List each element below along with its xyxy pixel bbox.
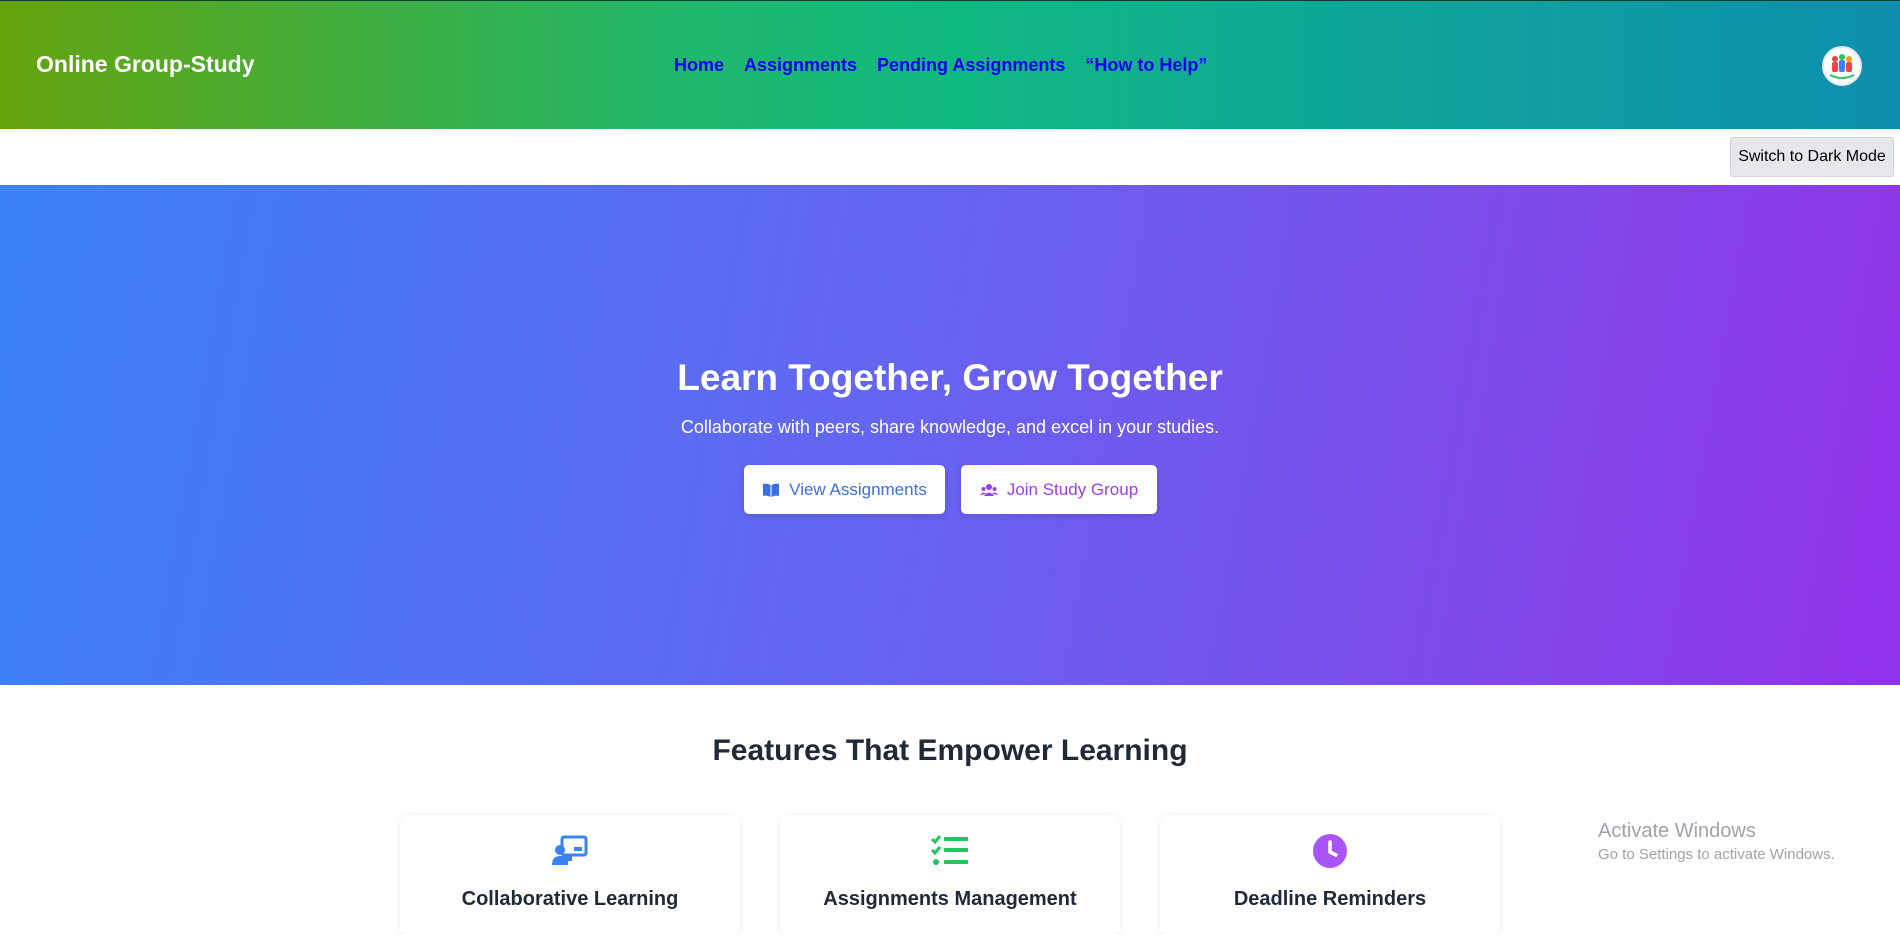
main-nav: Home Assignments Pending Assignments “Ho… — [674, 55, 1207, 76]
join-study-group-button[interactable]: Join Study Group — [961, 465, 1157, 514]
group-people-logo-icon[interactable] — [1822, 46, 1862, 86]
feature-card-deadline-reminders: Deadline Reminders — [1160, 815, 1500, 935]
brand-title[interactable]: Online Group-Study — [36, 51, 255, 78]
hero-subtitle: Collaborate with peers, share knowledge,… — [680, 417, 1220, 437]
watermark-subtitle: Go to Settings to activate Windows. — [1598, 846, 1835, 863]
list-check-icon — [930, 833, 970, 869]
view-assignments-label: View Assignments — [789, 479, 927, 499]
join-study-group-label: Join Study Group — [1006, 479, 1139, 499]
book-open-icon — [762, 482, 780, 498]
nav-link-assignments[interactable]: Assignments — [744, 55, 857, 76]
feature-card-assignments-management: Assignments Management — [780, 815, 1120, 935]
nav-link-how-to-help[interactable]: “How to Help” — [1085, 55, 1207, 76]
feature-card-collaborative-learning: Collaborative Learning — [400, 815, 740, 935]
view-assignments-button[interactable]: View Assignments — [744, 465, 945, 514]
feature-card-title: Collaborative Learning — [461, 888, 679, 910]
users-icon — [979, 482, 998, 498]
hero-title: Learn Together, Grow Together — [677, 357, 1223, 398]
dark-mode-toggle-button[interactable]: Switch to Dark Mode — [1730, 137, 1894, 177]
feature-card-title: Deadline Reminders — [1233, 888, 1427, 910]
top-navbar: Online Group-Study Home Assignments Pend… — [0, 0, 1900, 129]
hero-section: Learn Together, Grow Together Collaborat… — [0, 185, 1900, 685]
nav-link-pending-assignments[interactable]: Pending Assignments — [877, 55, 1065, 76]
clock-icon — [1310, 833, 1350, 869]
windows-activation-watermark: Activate Windows Go to Settings to activ… — [1598, 820, 1835, 863]
toolbar-strip — [0, 129, 1900, 185]
nav-link-home[interactable]: Home — [674, 55, 724, 76]
chalkboard-teacher-icon — [550, 833, 590, 869]
watermark-title: Activate Windows — [1598, 820, 1756, 842]
features-heading: Features That Empower Learning — [712, 734, 1188, 767]
feature-card-title: Assignments Management — [823, 888, 1077, 910]
